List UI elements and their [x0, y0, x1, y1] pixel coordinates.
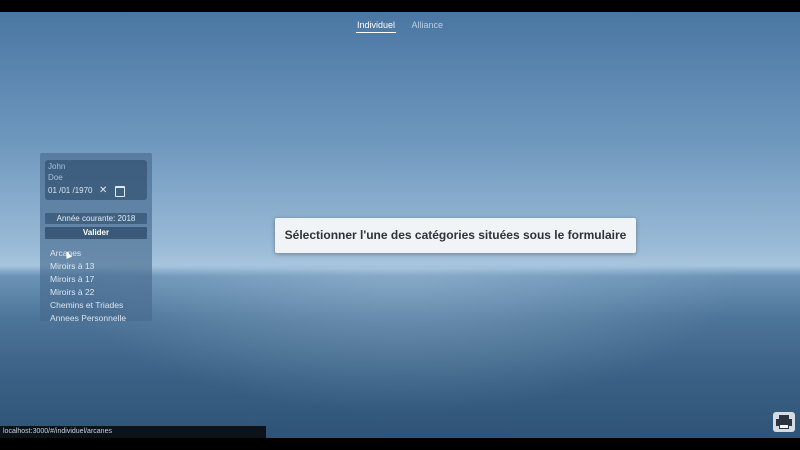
form-panel: John Doe 01 /01 /1970 ✕ Année courante: …: [40, 153, 152, 323]
instruction-message: Sélectionner l'une des catégories située…: [275, 218, 636, 253]
browser-frame: Individuel Alliance John Doe 01 /01 /197…: [0, 0, 800, 450]
category-miroirs-13[interactable]: Miroirs à 13: [50, 260, 150, 273]
identity-fields: John Doe 01 /01 /1970 ✕: [45, 160, 147, 200]
print-button[interactable]: [773, 412, 795, 432]
tab-alliance[interactable]: Alliance: [411, 20, 445, 32]
category-annees-personnelle[interactable]: Annees Personnelle: [50, 312, 150, 325]
status-url-bar: localhost:3000/#/individuel/arcanes: [0, 426, 266, 438]
mode-tabs: Individuel Alliance: [0, 20, 800, 33]
close-icon[interactable]: ✕: [99, 185, 107, 197]
last-name-field[interactable]: Doe: [48, 173, 63, 182]
tab-individuel[interactable]: Individuel: [355, 20, 396, 33]
submit-button[interactable]: Valider: [45, 227, 147, 239]
category-list: Arcanes Miroirs à 13 Miroirs à 17 Miroir…: [50, 247, 150, 325]
birth-date-value: 01 /01 /1970: [48, 186, 93, 195]
birth-date-field[interactable]: 01 /01 /1970 ✕: [48, 185, 146, 197]
calendar-icon[interactable]: [115, 186, 125, 197]
category-chemins-triades[interactable]: Chemins et Triades: [50, 299, 150, 312]
app-viewport: Individuel Alliance John Doe 01 /01 /197…: [0, 12, 800, 438]
category-miroirs-22[interactable]: Miroirs à 22: [50, 286, 150, 299]
category-miroirs-17[interactable]: Miroirs à 17: [50, 273, 150, 286]
current-year-label: Année courante: 2018: [45, 213, 147, 224]
printer-icon-paper: [779, 424, 789, 429]
first-name-field[interactable]: John: [48, 162, 65, 171]
